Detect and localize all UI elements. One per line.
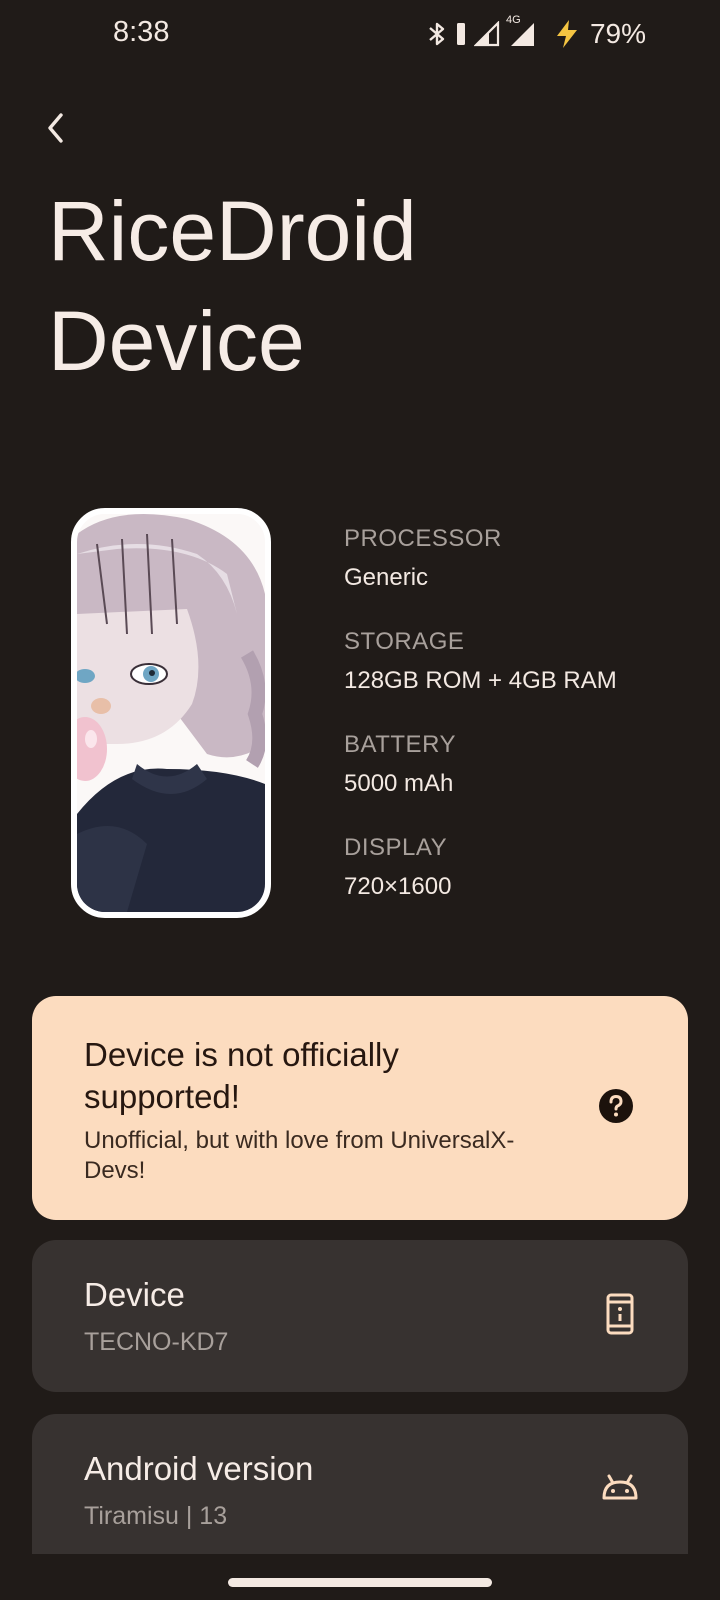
unofficial-support-card[interactable]: Device is not officially supported! Unof… [32,996,688,1220]
device-card-title: Device [84,1276,185,1313]
status-icons: 4G 79% [426,14,646,54]
spec-value: 5000 mAh [344,770,454,797]
bluetooth-icon [429,22,445,46]
spec-processor: PROCESSOR Generic [344,522,704,625]
spec-label: STORAGE [344,628,465,655]
signal-icon [473,21,500,47]
vibrate-icon [456,23,465,45]
spec-value: 720×1600 [344,873,452,900]
android-card-title: Android version [84,1450,314,1487]
page-title: RiceDroid Device [48,184,417,388]
android-version-card[interactable]: Android version Tiramisu | 13 [32,1414,688,1554]
device-info-icon [606,1293,634,1335]
spec-value: Generic [344,564,429,591]
spec-display: DISPLAY 720×1600 [344,831,704,934]
gesture-nav-handle[interactable] [228,1578,492,1587]
back-button[interactable] [36,106,76,150]
anime-wallpaper-image [77,514,265,912]
spec-label: DISPLAY [344,834,448,861]
device-card-subtitle: TECNO-KD7 [84,1328,229,1356]
status-time: 8:38 [113,16,170,48]
status-bar: 8:38 4G 79% [0,0,720,72]
android-icon [602,1474,638,1500]
device-card[interactable]: Device TECNO-KD7 [32,1240,688,1392]
help-icon[interactable] [598,1088,634,1124]
warning-subtitle: Unofficial, but with love from Universal… [84,1127,515,1184]
spec-label: BATTERY [344,731,456,758]
device-wallpaper-preview [71,508,271,918]
warning-title: Device is not officially supported! [84,1036,399,1115]
spec-label: PROCESSOR [344,525,502,552]
spec-storage: STORAGE 128GB ROM + 4GB RAM [344,625,704,728]
charging-icon [556,20,577,48]
battery-percent: 79% [589,18,646,49]
spec-value: 128GB ROM + 4GB RAM [344,667,617,694]
back-arrow-icon [48,113,63,143]
android-card-subtitle: Tiramisu | 13 [84,1502,228,1530]
signal-4g-icon: 4G [506,14,536,48]
spec-battery: BATTERY 5000 mAh [344,728,704,831]
device-specs: PROCESSOR Generic STORAGE 128GB ROM + 4G… [344,522,704,934]
